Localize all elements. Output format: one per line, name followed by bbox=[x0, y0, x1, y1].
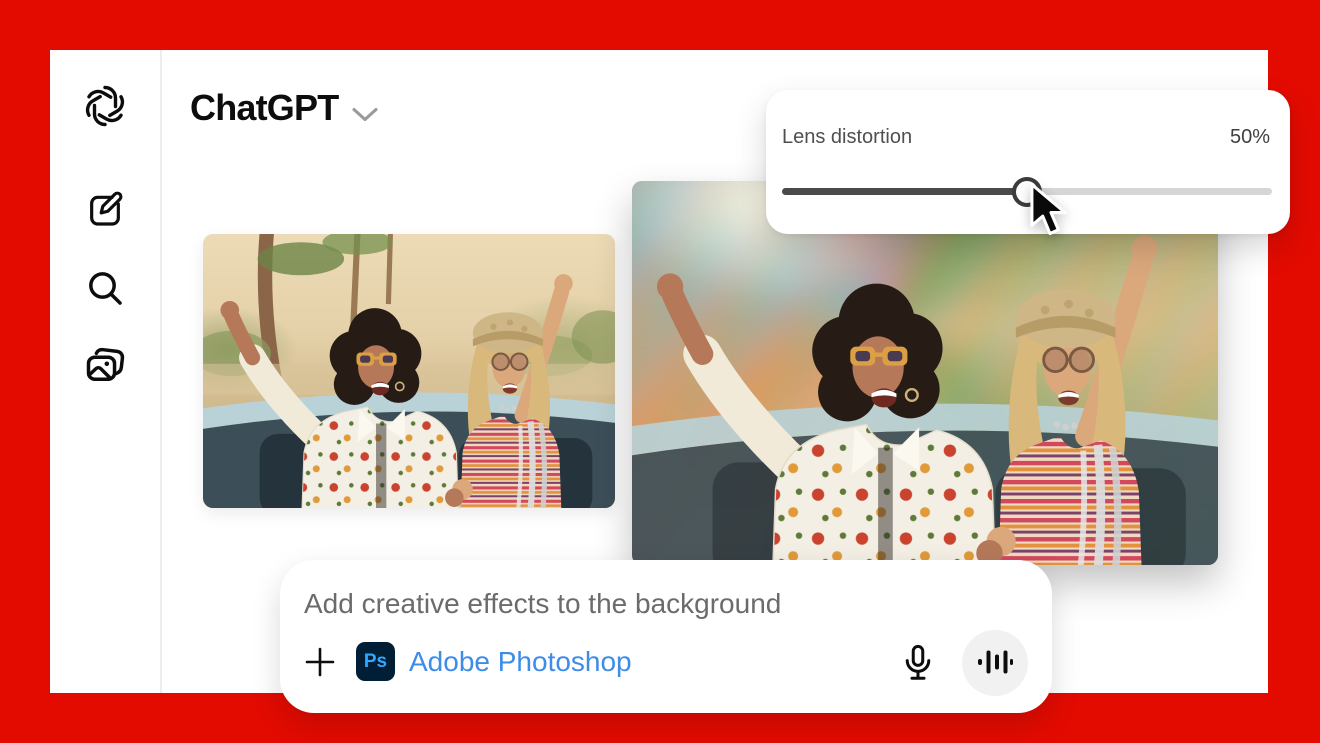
compose-icon bbox=[85, 189, 125, 232]
photo-edited-scene bbox=[632, 235, 1218, 565]
openai-logo-icon bbox=[81, 82, 129, 133]
photoshop-app-chip[interactable]: Ps Adobe Photoshop bbox=[356, 642, 632, 681]
search-button[interactable] bbox=[85, 269, 125, 309]
images-library-icon bbox=[83, 344, 127, 391]
search-icon bbox=[85, 268, 125, 311]
voice-mode-button[interactable] bbox=[962, 630, 1028, 696]
attach-button[interactable] bbox=[304, 646, 336, 678]
chevron-down-icon bbox=[352, 90, 378, 132]
lens-distortion-panel: Lens distortion 50% bbox=[766, 90, 1290, 234]
lens-panel-header: Lens distortion 50% bbox=[782, 126, 1270, 149]
photoshop-badge: Ps bbox=[356, 642, 395, 681]
photo-original-scene bbox=[203, 234, 615, 508]
sidebar-divider bbox=[160, 50, 162, 693]
photoshop-app-name: Adobe Photoshop bbox=[409, 645, 632, 677]
slider-fill bbox=[782, 188, 1027, 195]
prompt-input[interactable]: Add creative effects to the background bbox=[304, 588, 781, 620]
openai-logo-button[interactable] bbox=[80, 82, 130, 132]
lens-distortion-label: Lens distortion bbox=[782, 126, 913, 148]
photo-original bbox=[203, 234, 615, 508]
model-picker[interactable]: ChatGPT bbox=[190, 84, 378, 132]
promo-canvas: { "frame": { "color": "#e30b00" }, "head… bbox=[0, 0, 1320, 743]
scene-woman-right bbox=[976, 235, 1158, 565]
library-button[interactable] bbox=[83, 345, 127, 389]
lens-distortion-slider[interactable] bbox=[782, 176, 1272, 207]
photo-edited bbox=[632, 181, 1218, 565]
microphone-icon bbox=[899, 644, 937, 687]
dictate-button[interactable] bbox=[898, 642, 938, 684]
prompt-composer[interactable]: Add creative effects to the background P… bbox=[280, 560, 1052, 713]
plus-icon bbox=[304, 647, 336, 681]
slider-thumb[interactable] bbox=[1012, 176, 1042, 207]
lens-distortion-value: 50% bbox=[1229, 126, 1270, 148]
page-title: ChatGPT bbox=[190, 87, 339, 128]
new-chat-button[interactable] bbox=[85, 190, 125, 230]
voice-waveform-icon bbox=[975, 646, 1015, 681]
